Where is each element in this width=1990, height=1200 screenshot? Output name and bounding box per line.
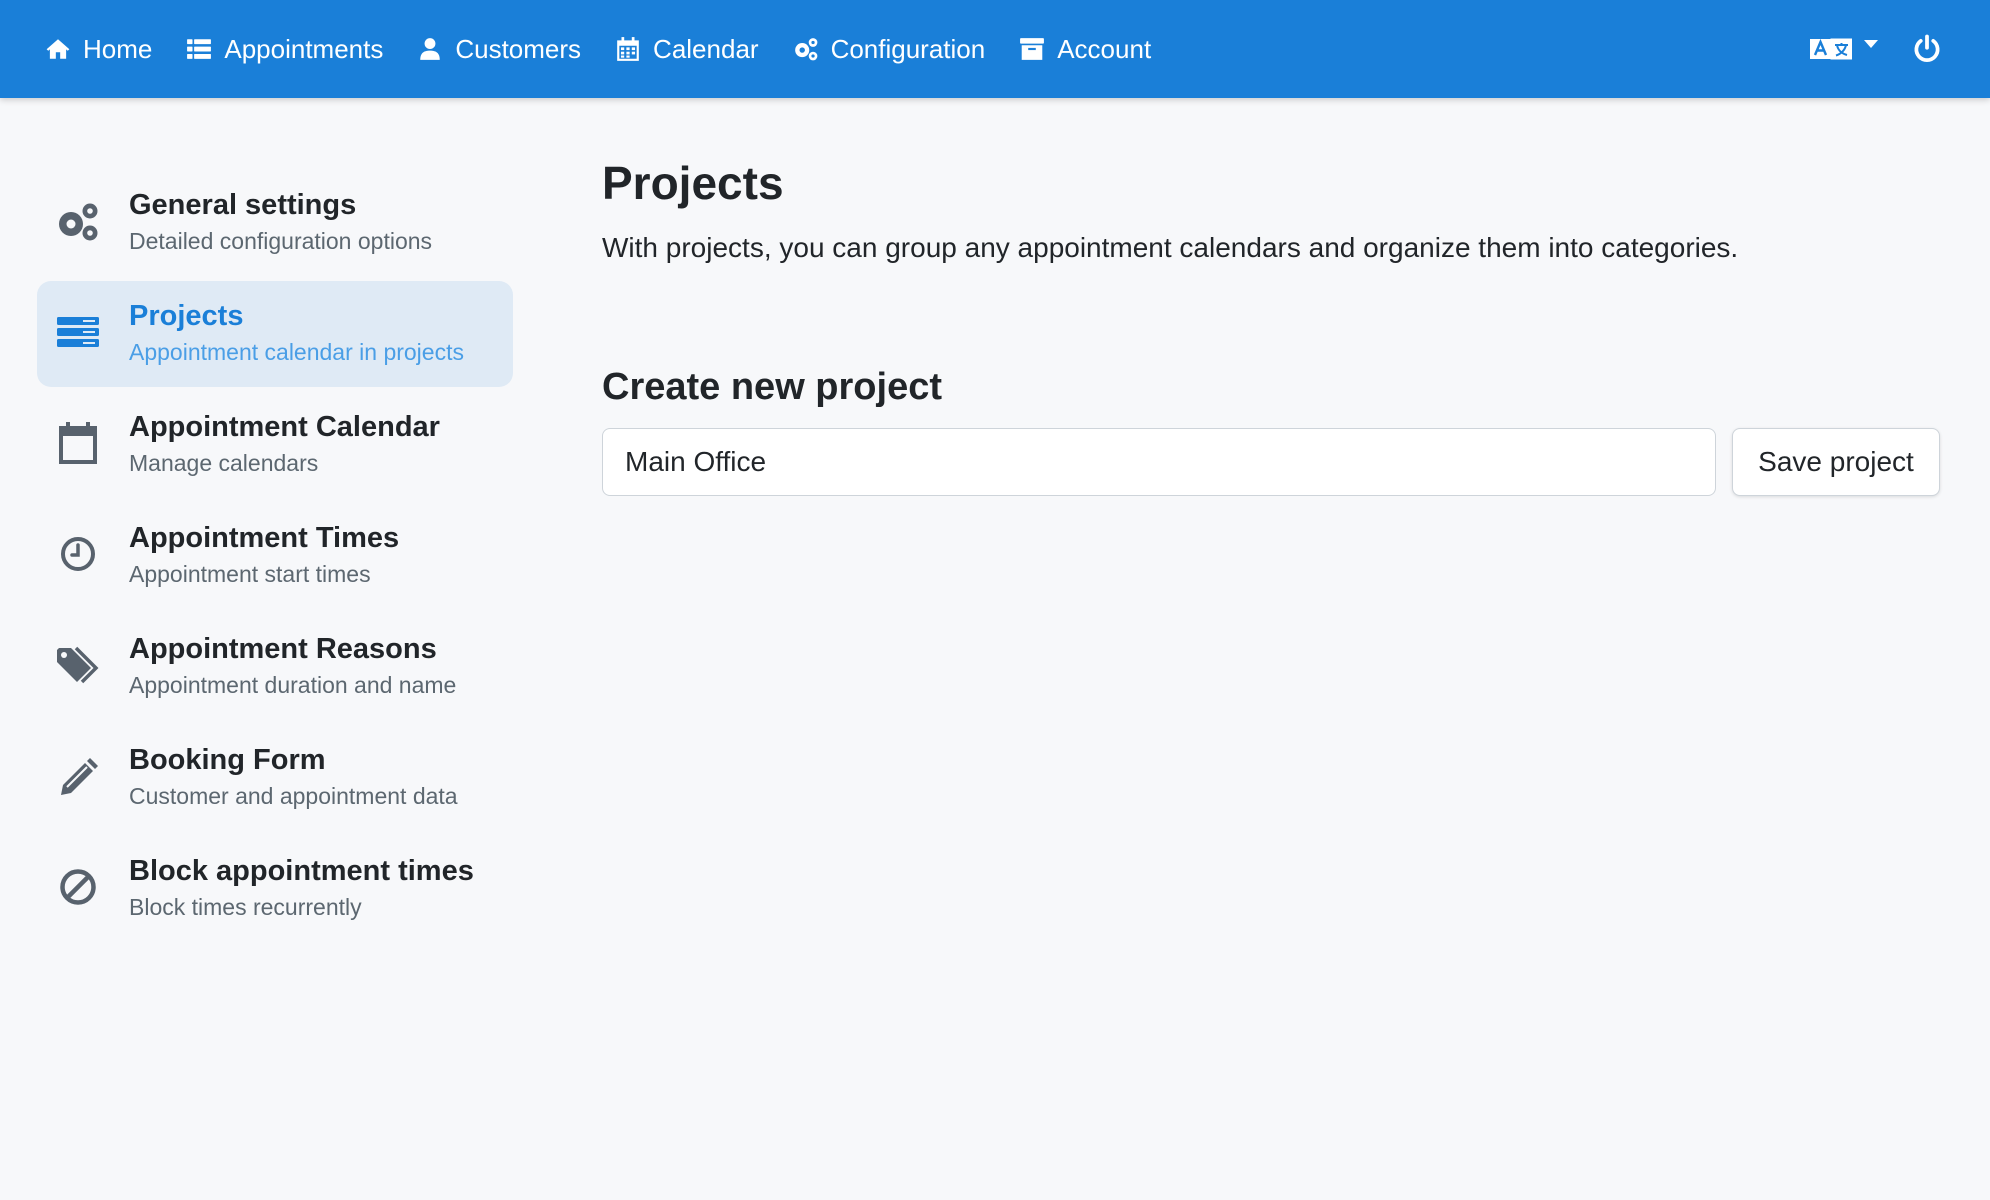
create-project-form: Save project [602, 428, 1942, 496]
sidebar-item-projects[interactable]: Projects Appointment calendar in project… [37, 281, 513, 387]
sidebar-item-appointment-times[interactable]: Appointment Times Appointment start time… [37, 503, 513, 609]
nav-account-label: Account [1057, 33, 1152, 64]
list-icon [186, 36, 212, 62]
sidebar-item-appointment-reasons[interactable]: Appointment Reasons Appointment duration… [37, 614, 513, 720]
sidebar-item-subtitle: Appointment calendar in projects [129, 339, 464, 365]
cogs-icon [793, 36, 819, 62]
nav-appointments[interactable]: Appointments [186, 0, 383, 98]
settings-sidebar: General settings Detailed configuration … [37, 170, 513, 947]
sidebar-item-title: Booking Form [129, 744, 326, 776]
calendar-icon [55, 420, 101, 466]
nav-account[interactable]: Account [1019, 0, 1151, 98]
sidebar-item-title: Projects [129, 300, 244, 332]
pencil-icon [55, 753, 101, 799]
sidebar-item-block-appointment-times[interactable]: Block appointment times Block times recu… [37, 836, 513, 942]
sidebar-item-title: Appointment Calendar [129, 411, 440, 443]
main-content: Projects With projects, you can group an… [602, 150, 1942, 496]
logout-button[interactable] [1912, 34, 1942, 64]
clock-icon [55, 531, 101, 577]
nav-calendar[interactable]: Calendar [615, 0, 759, 98]
nav-calendar-label: Calendar [653, 33, 759, 64]
server-icon [55, 309, 101, 355]
home-icon [45, 36, 71, 62]
sidebar-item-title: Appointment Times [129, 522, 400, 554]
nav-home-label: Home [83, 33, 153, 64]
page-description: With projects, you can group any appoint… [602, 232, 1739, 263]
ban-icon [55, 864, 101, 910]
sidebar-item-title: General settings [129, 189, 357, 221]
nav-configuration-label: Configuration [830, 33, 986, 64]
project-name-input[interactable] [602, 428, 1716, 496]
chevron-down-icon [1864, 40, 1878, 48]
navbar-right [1810, 0, 1990, 98]
sidebar-item-subtitle: Customer and appointment data [129, 783, 458, 809]
sidebar-item-title: Appointment Reasons [129, 633, 437, 665]
save-project-button[interactable]: Save project [1732, 428, 1940, 496]
main-nav: Home Appointments Customers Calendar Con… [0, 0, 1185, 98]
sidebar-item-appointment-calendar[interactable]: Appointment Calendar Manage calendars [37, 392, 513, 498]
tags-icon [55, 642, 101, 688]
nav-appointments-label: Appointments [224, 33, 384, 64]
calendar-grid-icon [615, 36, 641, 62]
cogs-icon [55, 198, 101, 244]
sidebar-item-subtitle: Appointment start times [129, 561, 371, 587]
page-title: Projects [602, 157, 784, 209]
nav-home[interactable]: Home [45, 0, 152, 98]
create-project-heading: Create new project [602, 366, 942, 408]
sidebar-item-subtitle: Appointment duration and name [129, 672, 457, 698]
power-icon [1912, 34, 1942, 64]
sidebar-item-subtitle: Block times recurrently [129, 894, 362, 920]
sidebar-item-subtitle: Detailed configuration options [129, 228, 433, 254]
nav-configuration[interactable]: Configuration [793, 0, 986, 98]
sidebar-item-general-settings[interactable]: General settings Detailed configuration … [37, 170, 513, 276]
top-navbar: Home Appointments Customers Calendar Con… [0, 0, 1990, 98]
nav-customers[interactable]: Customers [417, 0, 581, 98]
translate-icon [1810, 36, 1852, 62]
sidebar-item-subtitle: Manage calendars [129, 450, 319, 476]
user-icon [417, 36, 443, 62]
sidebar-item-title: Block appointment times [129, 855, 474, 887]
language-dropdown[interactable] [1810, 36, 1878, 62]
nav-customers-label: Customers [455, 33, 582, 64]
sidebar-item-booking-form[interactable]: Booking Form Customer and appointment da… [37, 725, 513, 831]
archive-icon [1019, 36, 1045, 62]
